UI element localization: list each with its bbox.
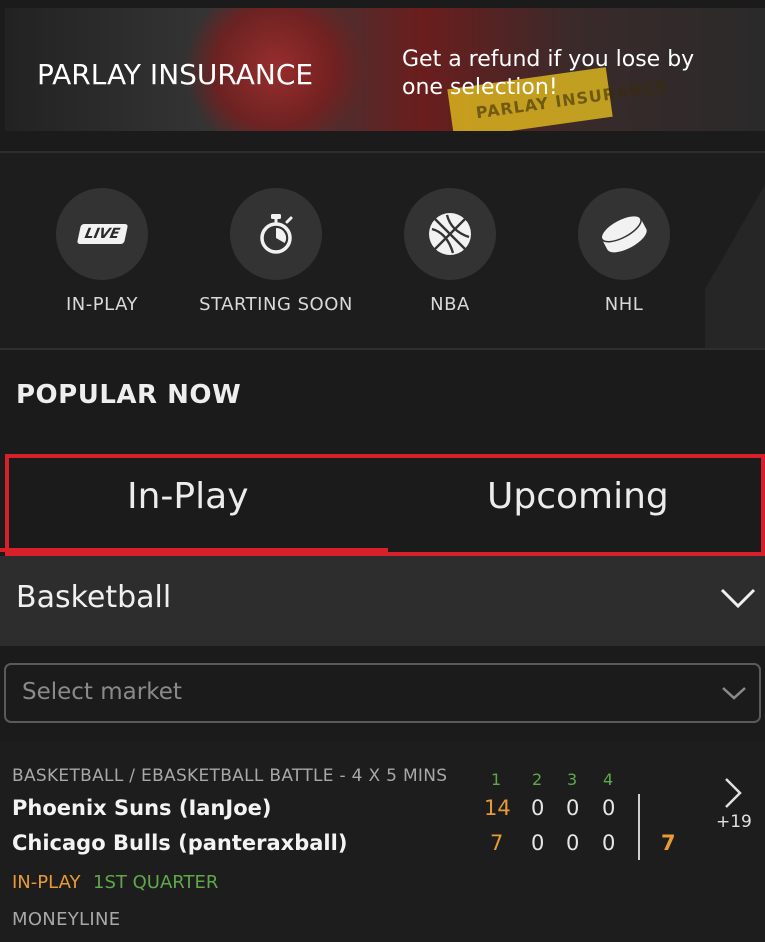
- score-cell: 0: [531, 831, 545, 855]
- score-cell: 0: [531, 796, 545, 820]
- quick-nav-label: NBA: [430, 294, 470, 315]
- market-label: MONEYLINE: [12, 909, 121, 930]
- total-score: 7: [661, 831, 676, 855]
- quick-nav-label: IN-PLAY: [66, 294, 138, 315]
- team-away: Chicago Bulls (panteraxball): [12, 831, 348, 855]
- divider: [0, 348, 765, 350]
- active-tab-indicator: [0, 548, 388, 552]
- quick-nav-label: STARTING SOON: [199, 294, 353, 315]
- chevron-down-icon: [722, 687, 746, 700]
- market-select[interactable]: Select market: [4, 663, 761, 723]
- live-icon: LIVE: [56, 188, 148, 280]
- score-cell: 0: [602, 796, 616, 820]
- quick-nav: LIVE IN-PLAY STARTING SOON NBA NHL: [0, 153, 765, 348]
- quarter-header: 1: [491, 770, 502, 789]
- score-cell: 7: [490, 831, 504, 855]
- score-divider: [638, 794, 640, 860]
- tab-in-play[interactable]: In-Play: [127, 476, 249, 517]
- quarter-header: 3: [567, 770, 578, 789]
- score-cell: 0: [602, 831, 616, 855]
- score-cell: 14: [484, 796, 511, 820]
- tab-upcoming[interactable]: Upcoming: [487, 476, 669, 517]
- section-title: POPULAR NOW: [16, 380, 242, 410]
- quick-nav-starting-soon[interactable]: STARTING SOON: [176, 188, 376, 315]
- quick-nav-nba[interactable]: NBA: [350, 188, 550, 315]
- quick-nav-in-play[interactable]: LIVE IN-PLAY: [2, 188, 202, 315]
- scroll-fade: [705, 153, 765, 348]
- score-cell: 0: [566, 796, 580, 820]
- status-period: 1ST QUARTER: [93, 872, 219, 893]
- stopwatch-icon: [230, 188, 322, 280]
- quick-nav-nhl[interactable]: NHL: [524, 188, 724, 315]
- more-markets-count[interactable]: +19: [716, 812, 752, 832]
- sport-dropdown-value: Basketball: [16, 580, 172, 615]
- quarter-header: 2: [532, 770, 543, 789]
- chevron-down-icon: [720, 588, 756, 609]
- event-card[interactable]: BASKETBALL / EBASKETBALL BATTLE - 4 X 5 …: [0, 742, 765, 942]
- banner-title: PARLAY INSURANCE: [37, 58, 314, 91]
- banner-subtitle: Get a refund if you lose by one selectio…: [402, 47, 695, 100]
- quarter-header: 4: [603, 770, 614, 789]
- team-home: Phoenix Suns (IanJoe): [12, 796, 272, 820]
- hockey-puck-icon: [578, 188, 670, 280]
- status-in-play: IN-PLAY: [12, 872, 81, 893]
- league-label: BASKETBALL / EBASKETBALL BATTLE - 4 X 5 …: [12, 766, 448, 786]
- basketball-icon: [404, 188, 496, 280]
- market-select-placeholder: Select market: [22, 679, 182, 705]
- score-cell: 0: [566, 831, 580, 855]
- promo-banner[interactable]: PARLAY INSURANCE PARLAY INSURANCE Get a …: [5, 8, 765, 131]
- tab-bar: In-Play Upcoming: [5, 454, 765, 556]
- chevron-right-icon[interactable]: [722, 776, 744, 810]
- sport-dropdown[interactable]: Basketball: [0, 556, 765, 646]
- quick-nav-label: NHL: [604, 294, 644, 315]
